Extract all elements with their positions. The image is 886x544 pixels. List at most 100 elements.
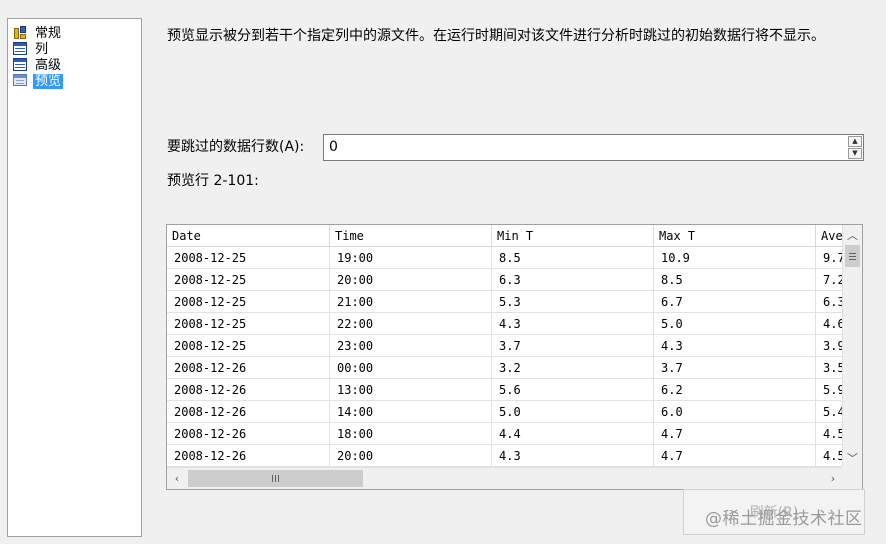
scrollbar-corner xyxy=(842,467,862,489)
chevron-down-icon: ▼ xyxy=(852,149,858,157)
column-header[interactable]: Date xyxy=(167,225,330,247)
table-cell: 2008-12-25 xyxy=(167,335,330,357)
table-cell: 5.4 xyxy=(816,401,843,423)
nav-item-label: 列 xyxy=(35,41,49,57)
table-cell: 2008-12-25 xyxy=(167,313,330,335)
general-icon xyxy=(13,26,29,40)
chevron-right-icon: › xyxy=(830,472,836,485)
nav-item-columns[interactable]: 列 xyxy=(13,41,50,57)
horizontal-scrollbar[interactable]: ‹ › xyxy=(167,467,843,489)
table-cell: 9.7 xyxy=(816,247,843,269)
table-cell: 3.9 xyxy=(816,335,843,357)
grid-header: Date Time Min T Max T Ave xyxy=(167,225,843,247)
table-row: 2008-12-26 13:00 5.6 6.2 5.9 xyxy=(167,379,843,401)
table-cell: 10.9 xyxy=(654,247,816,269)
table-cell: 4.3 xyxy=(654,335,816,357)
grid-viewport: Date Time Min T Max T Ave 2008-12-25 19:… xyxy=(167,225,843,467)
table-cell: 2008-12-26 xyxy=(167,445,330,467)
spin-down-button[interactable]: ▼ xyxy=(848,148,862,159)
table-cell: 3.7 xyxy=(654,357,816,379)
table-cell: 5.6 xyxy=(492,379,654,401)
table-row: 2008-12-25 19:00 8.5 10.9 9.7 xyxy=(167,247,843,269)
chevron-down-icon: ﹀ xyxy=(847,451,858,465)
table-cell: 6.3 xyxy=(492,269,654,291)
table-row: 2008-12-26 18:00 4.4 4.7 4.5 xyxy=(167,423,843,445)
table-cell: 4.4 xyxy=(492,423,654,445)
table-cell: 6.0 xyxy=(654,401,816,423)
table-row: 2008-12-25 23:00 3.7 4.3 3.9 xyxy=(167,335,843,357)
table-cell: 8.5 xyxy=(492,247,654,269)
table-cell: 2008-12-25 xyxy=(167,269,330,291)
horizontal-scroll-thumb[interactable] xyxy=(188,470,363,487)
watermark: @稀土掘金技术社区 xyxy=(705,509,863,529)
column-header[interactable]: Ave xyxy=(816,225,843,247)
table-cell: 7.2 xyxy=(816,269,843,291)
table-cell: 2008-12-25 xyxy=(167,247,330,269)
table-cell: 5.3 xyxy=(492,291,654,313)
nav-item-label: 常规 xyxy=(35,25,62,41)
skip-rows-value[interactable]: 0 xyxy=(329,139,338,155)
vertical-scrollbar[interactable]: ︿ ﹀ xyxy=(842,225,862,467)
table-cell: 20:00 xyxy=(330,269,492,291)
table-row: 2008-12-26 14:00 5.0 6.0 5.4 xyxy=(167,401,843,423)
table-cell: 3.2 xyxy=(492,357,654,379)
nav-item-preview[interactable]: 预览 xyxy=(13,73,64,89)
column-header[interactable]: Min T xyxy=(492,225,654,247)
table-cell: 4.7 xyxy=(654,423,816,445)
vertical-scroll-thumb[interactable] xyxy=(845,245,860,267)
table-cell: 5.0 xyxy=(492,401,654,423)
scroll-up-button[interactable]: ︿ xyxy=(843,225,862,244)
table-cell: 13:00 xyxy=(330,379,492,401)
table-cell: 4.5 xyxy=(816,445,843,467)
table-row: 2008-12-25 22:00 4.3 5.0 4.6 xyxy=(167,313,843,335)
table-cell: 6.7 xyxy=(654,291,816,313)
table-cell: 8.5 xyxy=(654,269,816,291)
table-cell: 3.7 xyxy=(492,335,654,357)
column-header[interactable]: Time xyxy=(330,225,492,247)
table-cell: 4.5 xyxy=(816,423,843,445)
table-cell: 2008-12-25 xyxy=(167,291,330,313)
table-cell: 6.2 xyxy=(654,379,816,401)
preview-grid[interactable]: Date Time Min T Max T Ave 2008-12-25 19:… xyxy=(166,224,863,490)
columns-icon xyxy=(13,42,29,56)
scroll-down-button[interactable]: ﹀ xyxy=(843,448,862,467)
table-cell: 6.3 xyxy=(816,291,843,313)
table-cell: 23:00 xyxy=(330,335,492,357)
table-cell: 5.9 xyxy=(816,379,843,401)
page-description: 预览显示被分到若干个指定列中的源文件。在运行时期间对该文件进行分析时跳过的初始数… xyxy=(167,28,825,44)
table-row: 2008-12-25 20:00 6.3 8.5 7.2 xyxy=(167,269,843,291)
preview-rows-label: 预览行 2-101: xyxy=(167,173,259,189)
table-cell: 4.6 xyxy=(816,313,843,335)
table-row: 2008-12-26 00:00 3.2 3.7 3.5 xyxy=(167,357,843,379)
table-cell: 21:00 xyxy=(330,291,492,313)
preview-icon xyxy=(13,74,29,88)
chevron-up-icon: ▲ xyxy=(852,137,858,145)
table-cell: 4.7 xyxy=(654,445,816,467)
table-cell: 2008-12-26 xyxy=(167,423,330,445)
table-cell: 2008-12-26 xyxy=(167,357,330,379)
advanced-icon xyxy=(13,58,29,72)
skip-rows-spinbox[interactable]: 0 ▲ ▼ xyxy=(323,134,864,161)
nav-item-advanced[interactable]: 高级 xyxy=(13,57,63,73)
table-cell: 2008-12-26 xyxy=(167,379,330,401)
table-cell: 18:00 xyxy=(330,423,492,445)
scroll-right-button[interactable]: › xyxy=(823,468,843,489)
chevron-up-icon: ︿ xyxy=(847,228,858,242)
dialog-root: 常规 列 高级 预览 预览显示被分到若干个指定列中的源文件。在运行时期间对该文件… xyxy=(0,0,886,544)
table-cell: 19:00 xyxy=(330,247,492,269)
nav-item-label: 高级 xyxy=(35,57,62,73)
table-cell: 14:00 xyxy=(330,401,492,423)
column-header[interactable]: Max T xyxy=(654,225,816,247)
left-nav-panel: 常规 列 高级 预览 xyxy=(7,18,142,537)
table-cell: 22:00 xyxy=(330,313,492,335)
spin-up-button[interactable]: ▲ xyxy=(848,136,862,147)
table-row: 2008-12-25 21:00 5.3 6.7 6.3 xyxy=(167,291,843,313)
chevron-left-icon: ‹ xyxy=(174,472,180,485)
nav-item-general[interactable]: 常规 xyxy=(13,25,63,41)
table-row: 2008-12-26 20:00 4.3 4.7 4.5 xyxy=(167,445,843,467)
scroll-left-button[interactable]: ‹ xyxy=(167,468,187,489)
table-cell: 20:00 xyxy=(330,445,492,467)
table-cell: 3.5 xyxy=(816,357,843,379)
table-cell: 5.0 xyxy=(654,313,816,335)
table-cell: 2008-12-26 xyxy=(167,401,330,423)
